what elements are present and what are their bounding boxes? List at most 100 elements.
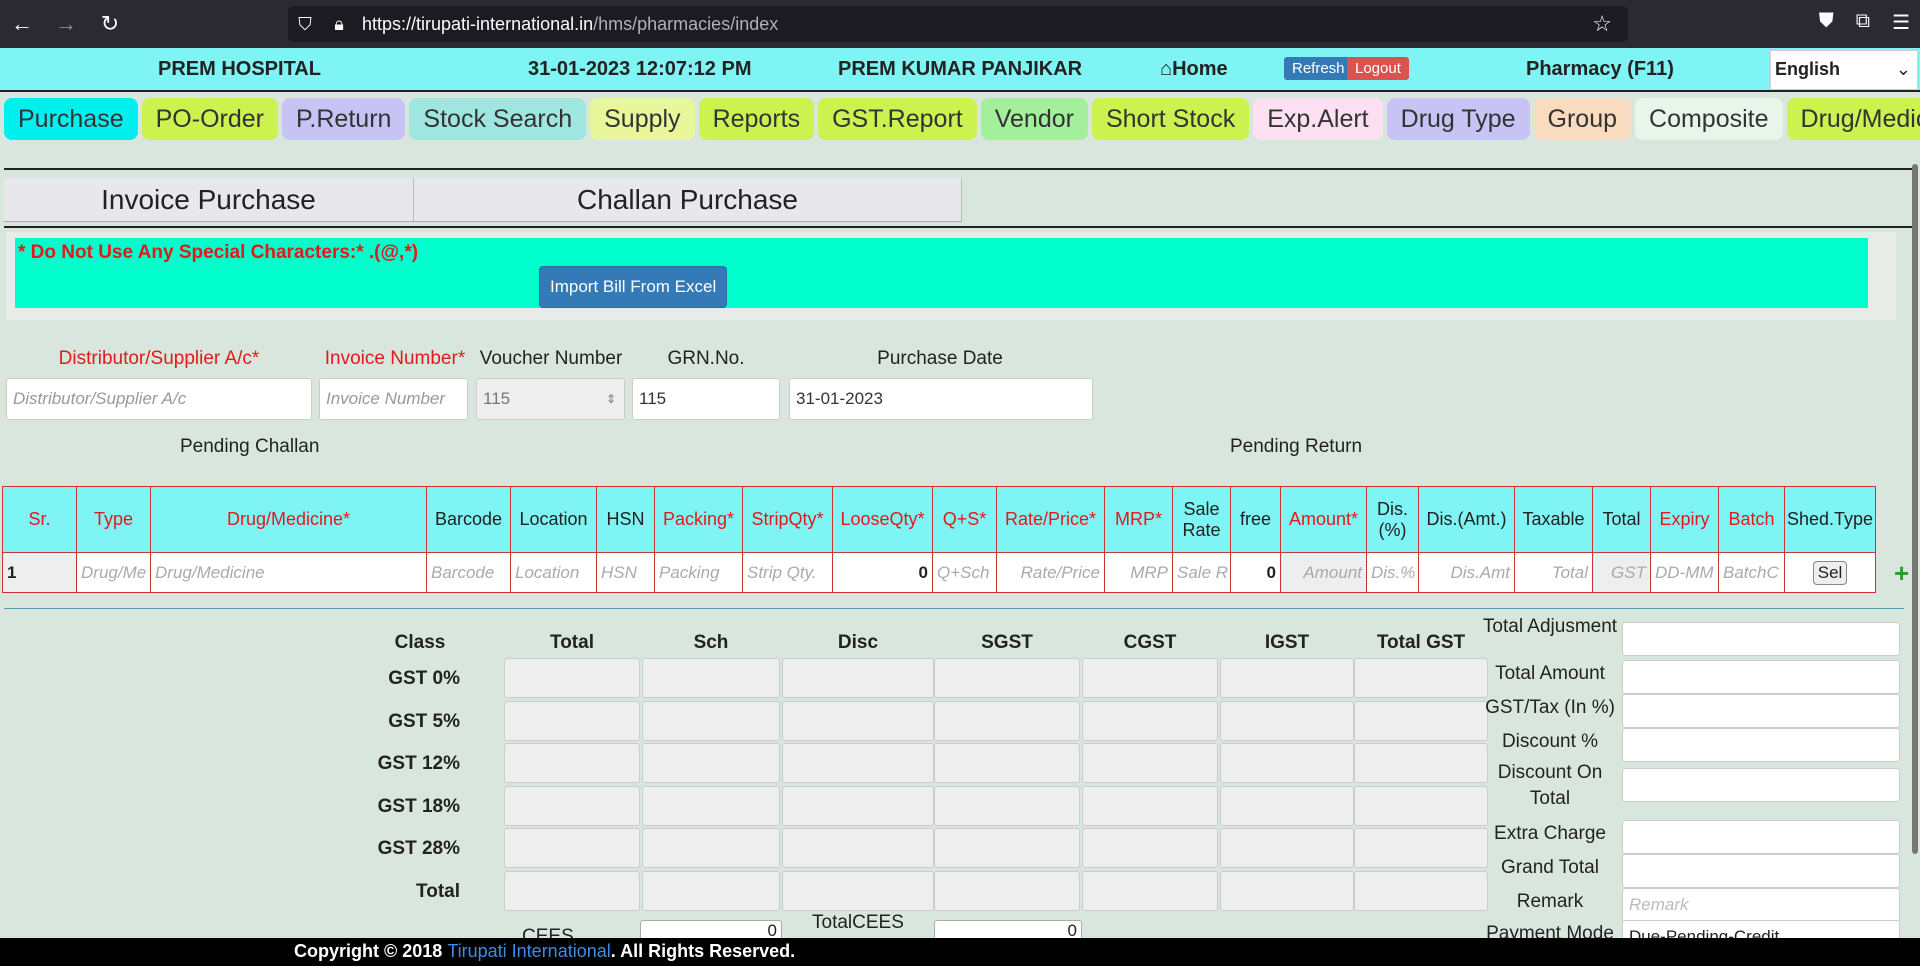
- gst-value-field[interactable]: [934, 700, 1080, 741]
- table-cell-input[interactable]: Dis.%: [1366, 552, 1419, 593]
- table-cell-input[interactable]: Sel: [1783, 552, 1877, 593]
- table-cell-input[interactable]: Amount: [1280, 552, 1367, 593]
- table-cell-input[interactable]: 0: [1230, 552, 1281, 593]
- extensions-icon[interactable]: ⧉: [1856, 10, 1870, 35]
- gst-value-field[interactable]: [504, 658, 640, 698]
- tab-drug-medicine[interactable]: Drug/Medicine: [1786, 98, 1920, 140]
- tab-supply[interactable]: Supply: [590, 98, 695, 140]
- table-cell-input[interactable]: BatchC: [1718, 552, 1785, 593]
- home-link[interactable]: ⌂Home: [1160, 58, 1228, 81]
- gst-value-field[interactable]: [1354, 658, 1488, 698]
- table-cell-input[interactable]: HSN: [596, 552, 655, 593]
- table-cell-input[interactable]: Dis.Amt: [1418, 552, 1515, 593]
- gst-value-field[interactable]: [1354, 743, 1488, 783]
- tab-vendor[interactable]: Vendor: [980, 98, 1088, 140]
- gst-value-field[interactable]: [504, 743, 640, 783]
- gst-value-field[interactable]: [1082, 658, 1218, 698]
- table-cell-input[interactable]: MRP: [1104, 552, 1173, 593]
- tab-short-stock[interactable]: Short Stock: [1091, 98, 1250, 140]
- gst-value-field[interactable]: [782, 870, 934, 911]
- tab-gst-report[interactable]: GST.Report: [818, 98, 977, 140]
- shed-type-select[interactable]: Sel: [1812, 560, 1848, 585]
- pocket-icon[interactable]: ⛊: [1819, 10, 1834, 35]
- gst-value-field[interactable]: [1220, 828, 1354, 868]
- grand-total-input[interactable]: [1622, 854, 1900, 888]
- menu-icon[interactable]: ☰: [1892, 10, 1910, 35]
- company-link[interactable]: Tirupati International: [447, 941, 610, 961]
- logout-button[interactable]: Logout: [1347, 57, 1409, 80]
- tab-p-return[interactable]: P.Return: [281, 98, 406, 140]
- table-cell-input[interactable]: DD-MM: [1650, 552, 1719, 593]
- scrollbar[interactable]: [1912, 164, 1918, 854]
- gst-value-field[interactable]: [934, 785, 1080, 826]
- extra-charge-input[interactable]: [1622, 820, 1900, 854]
- gst-value-field[interactable]: [934, 743, 1080, 783]
- gst-value-field[interactable]: [1082, 743, 1218, 783]
- table-cell-input[interactable]: GST: [1592, 552, 1651, 593]
- gst-value-field[interactable]: [1354, 828, 1488, 868]
- total-adjustment-input[interactable]: [1622, 622, 1900, 656]
- tab-reports[interactable]: Reports: [698, 98, 815, 140]
- gst-value-field[interactable]: [504, 870, 640, 911]
- gst-value-field[interactable]: [642, 785, 780, 826]
- tab-exp-alert[interactable]: Exp.Alert: [1253, 98, 1383, 140]
- pending-challan-label[interactable]: Pending Challan: [180, 436, 400, 458]
- gst-value-field[interactable]: [1082, 870, 1218, 911]
- grn-input[interactable]: 115: [632, 378, 780, 420]
- gst-value-field[interactable]: [1354, 870, 1488, 911]
- gst-value-field[interactable]: [934, 870, 1080, 911]
- total-amount-input[interactable]: [1622, 660, 1900, 694]
- refresh-button[interactable]: Refresh: [1284, 57, 1353, 80]
- gst-value-field[interactable]: [504, 828, 640, 868]
- gst-value-field[interactable]: [934, 658, 1080, 698]
- tab-drug-type[interactable]: Drug Type: [1386, 98, 1530, 140]
- gst-value-field[interactable]: [504, 700, 640, 741]
- table-cell-input[interactable]: Location: [510, 552, 597, 593]
- back-icon[interactable]: ←: [0, 11, 44, 37]
- tab-challan-purchase[interactable]: Challan Purchase: [414, 178, 962, 221]
- table-cell-input[interactable]: Sale R: [1172, 552, 1231, 593]
- gst-value-field[interactable]: [782, 700, 934, 741]
- invoice-number-input[interactable]: Invoice Number: [319, 378, 468, 420]
- gst-value-field[interactable]: [782, 828, 934, 868]
- tab-composite[interactable]: Composite: [1635, 98, 1783, 140]
- gst-value-field[interactable]: [642, 870, 780, 911]
- voucher-number-input[interactable]: 115 ⇕: [476, 378, 625, 420]
- table-cell-input[interactable]: Barcode: [426, 552, 511, 593]
- bookmark-star-icon[interactable]: ☆: [1592, 11, 1612, 37]
- table-cell-input[interactable]: Total: [1514, 552, 1593, 593]
- tab-invoice-purchase[interactable]: Invoice Purchase: [4, 178, 414, 221]
- gst-value-field[interactable]: [1220, 658, 1354, 698]
- tab-group[interactable]: Group: [1533, 98, 1632, 140]
- gst-value-field[interactable]: [1354, 700, 1488, 741]
- gst-value-field[interactable]: [504, 785, 640, 826]
- gst-value-field[interactable]: [1220, 743, 1354, 783]
- forward-icon[interactable]: →: [44, 11, 88, 37]
- gst-value-field[interactable]: [1082, 700, 1218, 741]
- add-row-icon[interactable]: +: [1894, 558, 1909, 589]
- gst-value-field[interactable]: [642, 743, 780, 783]
- pending-return-label[interactable]: Pending Return: [1230, 436, 1430, 458]
- spinner-icon[interactable]: ⇕: [606, 392, 616, 406]
- gst-value-field[interactable]: [1354, 785, 1488, 826]
- tab-purchase[interactable]: Purchase: [4, 98, 138, 140]
- purchase-date-input[interactable]: 31-01-2023: [789, 378, 1093, 420]
- address-bar[interactable]: ⛉ 🔒︎ https://tirupati-international.in/h…: [288, 6, 1628, 42]
- table-cell-input[interactable]: 0: [832, 552, 933, 593]
- table-cell-input[interactable]: Strip Qty.: [742, 552, 833, 593]
- gst-tax-input[interactable]: [1622, 694, 1900, 728]
- table-cell-input[interactable]: Q+Sch: [932, 552, 997, 593]
- gst-value-field[interactable]: [642, 828, 780, 868]
- remark-input[interactable]: Remark: [1622, 888, 1900, 922]
- tab-stock-search[interactable]: Stock Search: [409, 98, 587, 140]
- gst-value-field[interactable]: [782, 658, 934, 698]
- table-cell-input[interactable]: Drug/Medicine: [150, 552, 427, 593]
- tab-po-order[interactable]: PO-Order: [141, 98, 278, 140]
- table-cell-input[interactable]: Packing: [654, 552, 743, 593]
- reload-icon[interactable]: ↻: [88, 11, 132, 37]
- gst-value-field[interactable]: [782, 743, 934, 783]
- gst-value-field[interactable]: [642, 700, 780, 741]
- discount-pct-input[interactable]: [1622, 728, 1900, 762]
- gst-value-field[interactable]: [642, 658, 780, 698]
- table-cell-input[interactable]: Drug/Me: [76, 552, 151, 593]
